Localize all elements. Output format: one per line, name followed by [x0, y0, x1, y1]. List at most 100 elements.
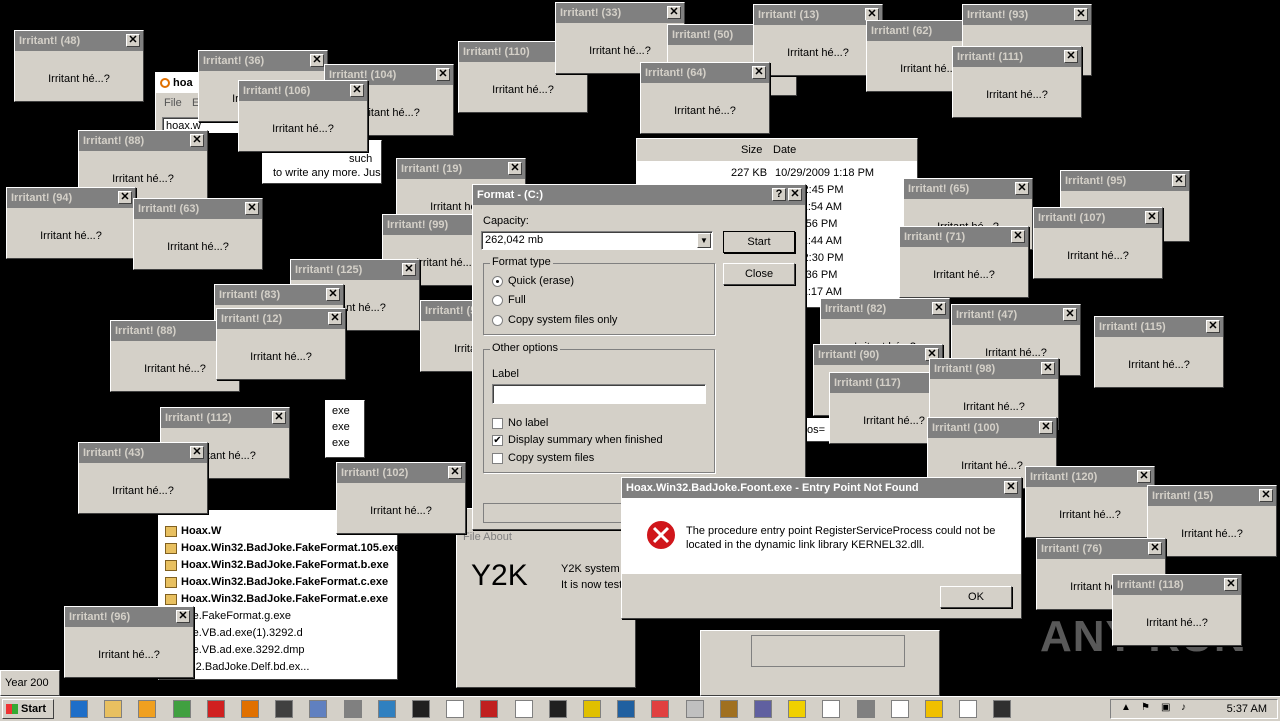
cursor-icon[interactable] [343, 700, 362, 718]
close-icon[interactable]: ✕ [245, 202, 259, 215]
option-full-label[interactable]: Full [508, 294, 526, 306]
irritant-title-bar[interactable]: Irritant! (95) ✕ [1061, 171, 1189, 191]
irritant-title-bar[interactable]: Irritant! (15) ✕ [1148, 486, 1276, 506]
face-icon[interactable] [788, 700, 807, 718]
list-item[interactable]: Hoax.W [165, 525, 221, 537]
volume-icon[interactable]: ♪ [1181, 702, 1186, 713]
irritant-title-bar[interactable]: Irritant! (118) ✕ [1113, 575, 1241, 595]
irritant-title-bar[interactable]: Irritant! (96) ✕ [65, 607, 193, 627]
irritant-title-bar[interactable]: Irritant! (93) ✕ [963, 5, 1091, 25]
close-icon[interactable]: ✕ [1145, 211, 1159, 224]
close-icon[interactable]: ✕ [328, 312, 342, 325]
option-quick-label[interactable]: Quick (erase) [508, 275, 574, 287]
crossed-icon[interactable] [480, 700, 499, 718]
irritant-title-bar[interactable]: Irritant! (48) ✕ [15, 31, 143, 51]
date-header[interactable]: Date [773, 144, 796, 156]
close-icon[interactable]: ✕ [436, 68, 450, 81]
clock[interactable]: 5:37 AM [1227, 703, 1267, 715]
record-icon[interactable] [651, 700, 670, 718]
close-icon[interactable]: ✕ [190, 446, 204, 459]
moon-icon[interactable] [548, 700, 567, 718]
irritant-title-bar[interactable]: Irritant! (125) ✕ [291, 260, 419, 280]
network-icon[interactable]: ▣ [1161, 702, 1170, 713]
irritant-title-bar[interactable]: Irritant! (65) ✕ [904, 179, 1032, 199]
close-icon[interactable]: ✕ [1063, 308, 1077, 321]
option-copy-system-label[interactable]: Copy system files only [508, 314, 617, 326]
close-icon[interactable]: ✕ [1224, 578, 1238, 591]
skull-icon[interactable] [412, 700, 430, 718]
close-icon[interactable]: ✕ [310, 54, 324, 67]
close-icon[interactable]: ✕ [126, 34, 140, 47]
books-icon[interactable] [754, 700, 772, 718]
list-item[interactable]: Hoax.Win32.BadJoke.FakeFormat.105.exe [165, 542, 400, 554]
radio-quick[interactable] [492, 276, 503, 287]
close-icon[interactable]: ✕ [1206, 320, 1220, 333]
close-icon[interactable]: ✕ [1011, 230, 1025, 243]
close-icon[interactable]: ✕ [1148, 542, 1162, 555]
close-icon[interactable]: ✕ [1041, 362, 1055, 375]
start-button[interactable]: Start [2, 699, 54, 719]
globe-icon[interactable] [309, 700, 328, 718]
close-icon[interactable]: ✕ [118, 191, 132, 204]
irritant-title-bar[interactable]: Irritant! (19) ✕ [397, 159, 525, 179]
close-icon[interactable]: ✕ [176, 610, 190, 623]
capacity-select[interactable]: 262,042 mb ▼ [481, 231, 713, 250]
doc-icon[interactable] [514, 700, 533, 718]
doc-icon[interactable] [446, 700, 465, 718]
close-icon[interactable]: ✕ [272, 411, 286, 424]
close-icon[interactable]: ✕ [190, 134, 204, 147]
close-icon[interactable]: ✕ [350, 84, 364, 97]
radio-copy-system[interactable] [492, 315, 503, 326]
chevron-down-icon[interactable]: ▼ [697, 233, 711, 248]
close-icon[interactable]: ✕ [788, 188, 802, 201]
app-icon[interactable] [617, 700, 636, 718]
copy-system-files-text[interactable]: Copy system files [508, 452, 594, 464]
irritant-title-bar[interactable]: Irritant! (106) ✕ [239, 81, 367, 101]
list-item[interactable]: Hoax.Win32.BadJoke.FakeFormat.c.exe [165, 576, 388, 588]
doc-icon[interactable] [822, 700, 841, 718]
close-icon[interactable]: ✕ [508, 162, 522, 175]
help-button[interactable]: ? [772, 188, 786, 201]
irritant-title-bar[interactable]: Irritant! (63) ✕ [134, 199, 262, 219]
irritant-title-bar[interactable]: Irritant! (100) ✕ [928, 418, 1056, 438]
close-icon[interactable]: ✕ [1039, 421, 1053, 434]
size-header[interactable]: Size [741, 144, 762, 156]
irritant-title-bar[interactable]: Irritant! (64) ✕ [641, 63, 769, 83]
irritant-title-bar[interactable]: Irritant! (107) ✕ [1034, 208, 1162, 228]
close-icon[interactable]: ✕ [326, 288, 340, 301]
eye-icon[interactable] [275, 700, 294, 718]
box-icon[interactable] [719, 700, 738, 718]
start-button[interactable]: Start [723, 231, 795, 253]
warning-icon[interactable] [925, 700, 943, 718]
gear-icon[interactable] [856, 700, 875, 718]
irritant-title-bar[interactable]: Irritant! (71) ✕ [900, 227, 1028, 247]
irritant-title-bar[interactable]: Irritant! (98) ✕ [930, 359, 1058, 379]
chevron-up-icon[interactable]: ▲ [1121, 702, 1131, 713]
irritant-title-bar[interactable]: Irritant! (36) ✕ [199, 51, 327, 71]
close-icon[interactable]: ✕ [1074, 8, 1088, 21]
search-icon[interactable] [241, 700, 259, 718]
list-item[interactable]: Hoax.Win32.BadJoke.FakeFormat.b.exe [165, 559, 389, 571]
close-icon[interactable]: ✕ [932, 302, 946, 315]
irritant-title-bar[interactable]: Irritant! (111) ✕ [953, 47, 1081, 67]
close-button[interactable]: Close [723, 263, 795, 285]
close-icon[interactable]: ✕ [448, 466, 462, 479]
ie-icon[interactable] [70, 700, 88, 718]
error-title-bar[interactable]: Hoax.Win32.BadJoke.Foont.exe - Entry Poi… [622, 478, 1021, 498]
irritant-title-bar[interactable]: Irritant! (83) ✕ [215, 285, 343, 305]
irritant-title-bar[interactable]: Irritant! (13) ✕ [754, 5, 882, 25]
opera-icon[interactable] [206, 700, 225, 718]
irritant-title-bar[interactable]: Irritant! (82) ✕ [821, 299, 949, 319]
display-summary-text[interactable]: Display summary when finished [508, 434, 663, 446]
close-icon[interactable]: ✕ [1004, 481, 1018, 494]
list-item[interactable]: Hoax.Win32.BadJoke.FakeFormat.e.exe [165, 593, 388, 605]
copy-system-files-checkbox[interactable] [492, 453, 503, 464]
folder-icon[interactable] [104, 700, 123, 718]
radio-full[interactable] [492, 295, 503, 306]
close-icon[interactable]: ✕ [667, 6, 681, 19]
window-icon[interactable] [377, 700, 396, 718]
irritant-title-bar[interactable]: Irritant! (94) ✕ [7, 188, 135, 208]
doc-icon[interactable] [890, 700, 909, 718]
close-icon[interactable]: ✕ [1064, 50, 1078, 63]
display-summary-checkbox[interactable]: ✔ [492, 435, 503, 446]
